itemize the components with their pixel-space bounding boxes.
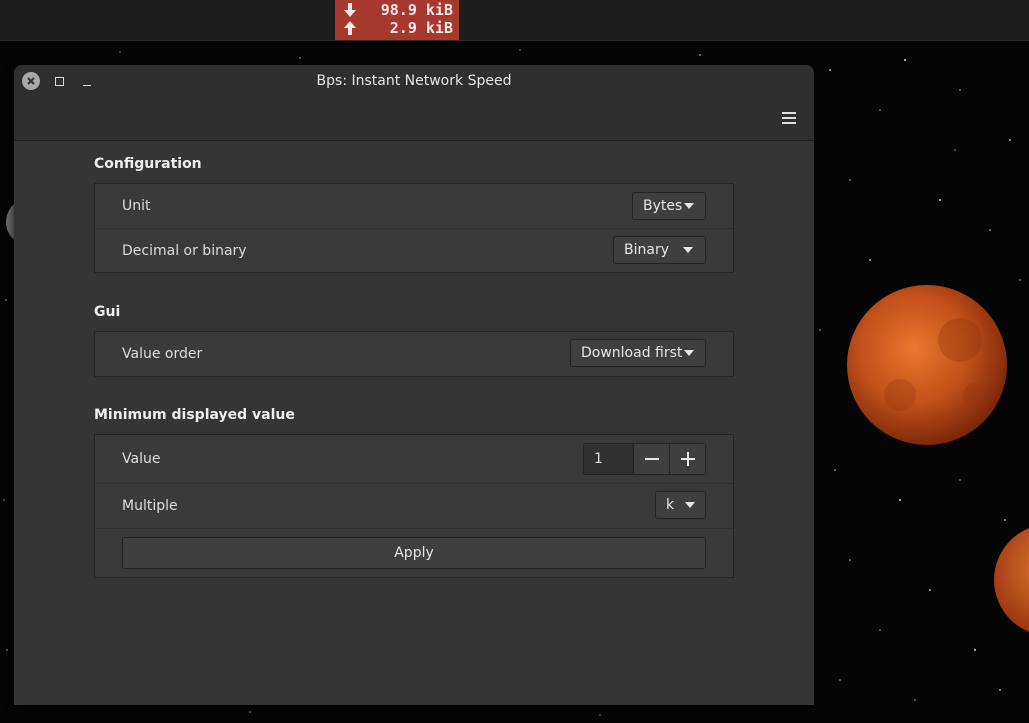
value-label: Value (122, 451, 161, 467)
unit-row: Unit Bytes (95, 184, 733, 229)
minimum-value-title: Minimum displayed value (94, 407, 295, 423)
decimal-label: Decimal or binary (122, 243, 247, 259)
gui-title: Gui (94, 304, 121, 320)
configuration-group: Unit Bytes Decimal or binary Binary (94, 183, 734, 273)
multiple-label: Multiple (122, 498, 178, 514)
multiple-dropdown-value: k (666, 497, 675, 513)
upload-speed-value: 2.9 kiB (389, 19, 453, 37)
arrow-down-icon (344, 3, 356, 17)
download-speed-value: 98.9 kiB (380, 1, 453, 19)
network-speed-indicator[interactable]: 98.9 kiB 2.9 kiB (335, 0, 459, 40)
decimal-row: Decimal or binary Binary (95, 229, 733, 272)
value-input[interactable]: 1 (584, 444, 632, 474)
download-speed: 98.9 kiB (341, 1, 455, 19)
multiple-row: Multiple k (95, 484, 733, 529)
multiple-dropdown[interactable]: k (655, 491, 706, 519)
upload-speed: 2.9 kiB (341, 19, 455, 37)
chevron-down-icon (684, 350, 694, 356)
arrow-up-icon (344, 21, 356, 35)
increment-button[interactable] (669, 444, 705, 474)
app-window: Bps: Instant Network Speed Configuration… (14, 65, 814, 705)
top-panel: 98.9 kiB 2.9 kiB (0, 0, 1029, 41)
gui-group: Value order Download first (94, 331, 734, 377)
unit-label: Unit (122, 198, 151, 214)
minus-icon (645, 458, 659, 460)
decimal-dropdown[interactable]: Binary (613, 236, 706, 264)
unit-dropdown-value: Bytes (643, 198, 683, 214)
apply-button[interactable]: Apply (122, 537, 706, 569)
value-row: Value 1 (95, 435, 733, 484)
chevron-down-icon (685, 502, 695, 508)
apply-row: Apply (95, 529, 733, 577)
unit-dropdown[interactable]: Bytes (632, 192, 706, 220)
configuration-title: Configuration (94, 156, 202, 172)
value-spinbutton: 1 (583, 443, 706, 475)
value-order-dropdown-value: Download first (581, 345, 683, 361)
chevron-down-icon (684, 203, 694, 209)
value-order-dropdown[interactable]: Download first (570, 339, 706, 367)
chevron-down-icon (683, 247, 693, 253)
preferences-content: Configuration Unit Bytes Decimal or bina… (14, 141, 814, 705)
value-order-label: Value order (122, 346, 203, 362)
decrement-button[interactable] (633, 444, 669, 474)
minimum-value-group: Value 1 Multiple k Apply (94, 434, 734, 578)
decimal-dropdown-value: Binary (624, 242, 669, 258)
window-title: Bps: Instant Network Speed (316, 73, 512, 89)
header-bar: Bps: Instant Network Speed (14, 65, 814, 141)
value-order-row: Value order Download first (95, 332, 733, 376)
menu-button[interactable] (779, 109, 799, 127)
